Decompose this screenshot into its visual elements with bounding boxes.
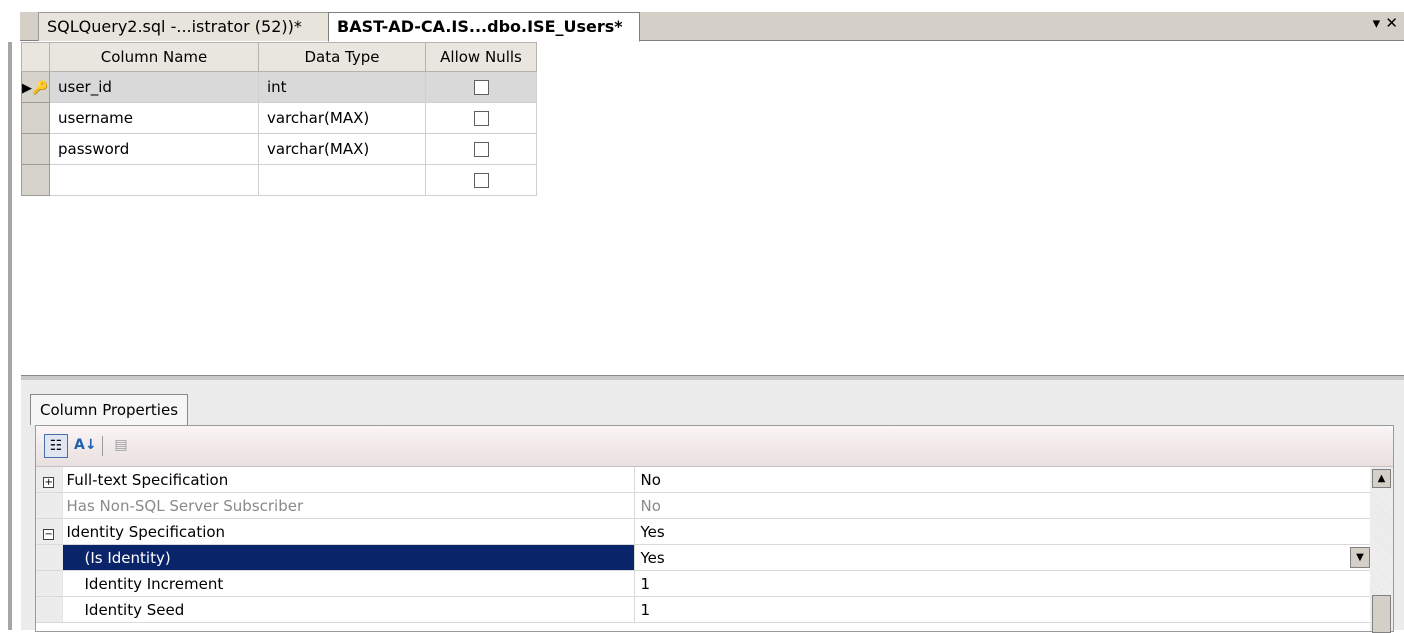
table-row[interactable]: ▶🔑 user_id int — [21, 71, 537, 103]
property-value-text: Yes — [640, 548, 665, 567]
table-row-new[interactable] — [21, 164, 537, 196]
property-value[interactable]: 1 — [634, 570, 1370, 597]
property-name[interactable]: Identity Specification — [62, 518, 635, 545]
expander — [36, 492, 63, 519]
expander — [36, 596, 63, 623]
property-row[interactable]: Has Non-SQL Server Subscriber No — [36, 492, 1370, 519]
allow-nulls-checkbox[interactable] — [473, 142, 489, 157]
row-selector[interactable]: ▶🔑 — [21, 71, 50, 103]
column-name-cell[interactable] — [49, 164, 259, 196]
data-type-cell[interactable]: varchar(MAX) — [258, 102, 426, 134]
tab-tools: ▾ ✕ — [1373, 14, 1398, 32]
table-designer-grid: Column Name Data Type Allow Nulls ▶🔑 use… — [21, 42, 537, 196]
left-edge — [0, 0, 12, 630]
row-selector[interactable] — [21, 164, 50, 196]
column-name-cell[interactable]: username — [49, 102, 259, 134]
column-name-cell[interactable]: user_id — [49, 71, 259, 103]
vertical-scrollbar[interactable]: ▲ — [1370, 467, 1393, 633]
property-name[interactable]: Identity Seed — [62, 596, 635, 623]
table-row[interactable]: username varchar(MAX) — [21, 102, 537, 134]
allow-nulls-header[interactable]: Allow Nulls — [425, 42, 537, 72]
tab-column-properties[interactable]: Column Properties — [30, 394, 189, 425]
sort-az-icon[interactable]: A↓ — [74, 434, 97, 456]
property-pages-icon[interactable]: ▤ — [110, 434, 132, 456]
property-list: + Full-text Specification No Has Non-SQL… — [36, 467, 1370, 623]
tab-ise-users[interactable]: BAST-AD-CA.IS...dbo.ISE_Users* — [328, 12, 640, 42]
tab-label: BAST-AD-CA.IS...dbo.ISE_Users* — [337, 17, 623, 36]
scroll-up-icon[interactable]: ▲ — [1372, 469, 1391, 488]
toolbar-separator — [102, 436, 103, 456]
column-name-header[interactable]: Column Name — [49, 42, 259, 72]
property-value[interactable]: 1 — [634, 596, 1370, 623]
property-name[interactable]: Full-text Specification — [62, 467, 635, 493]
dropdown-arrow-icon[interactable]: ▼ — [1350, 547, 1370, 568]
expander[interactable]: − — [36, 518, 63, 545]
grid-header-row: Column Name Data Type Allow Nulls — [21, 42, 537, 72]
data-type-cell[interactable] — [258, 164, 426, 196]
allow-nulls-cell — [425, 164, 537, 196]
allow-nulls-checkbox[interactable] — [473, 80, 489, 95]
expander[interactable]: + — [36, 467, 63, 493]
property-value[interactable]: Yes — [634, 518, 1370, 545]
allow-nulls-cell — [425, 71, 537, 103]
row-selector[interactable] — [21, 102, 50, 134]
row-selector-header — [21, 42, 50, 72]
property-row[interactable]: − Identity Specification Yes — [36, 518, 1370, 545]
property-value: No — [634, 492, 1370, 519]
table-row[interactable]: password varchar(MAX) — [21, 133, 537, 165]
tab-label: SQLQuery2.sql -...istrator (52))* — [47, 17, 302, 36]
expand-icon[interactable]: + — [43, 476, 55, 488]
tab-dropdown-icon[interactable]: ▾ — [1373, 14, 1381, 32]
property-row[interactable]: Identity Increment 1 — [36, 570, 1370, 597]
allow-nulls-checkbox[interactable] — [473, 173, 489, 188]
categorized-icon[interactable]: ☷ — [44, 434, 68, 458]
expander — [36, 570, 63, 597]
allow-nulls-cell — [425, 102, 537, 134]
close-icon[interactable]: ✕ — [1385, 14, 1398, 32]
allow-nulls-checkbox[interactable] — [473, 111, 489, 126]
property-row[interactable]: Identity Seed 1 — [36, 596, 1370, 623]
property-toolbar: ☷ A↓ ▤ — [36, 426, 1393, 467]
document-tab-strip: SQLQuery2.sql -...istrator (52))* BAST-A… — [8, 0, 1404, 42]
column-properties-pane: Column Properties ☷ A↓ ▤ + Full-text Spe… — [21, 380, 1404, 633]
row-selector[interactable] — [21, 133, 50, 165]
scrollbar-thumb[interactable] — [1372, 595, 1391, 633]
property-value-dropdown[interactable]: Yes ▼ — [634, 544, 1370, 571]
allow-nulls-cell — [425, 133, 537, 165]
property-name[interactable]: Has Non-SQL Server Subscriber — [62, 492, 635, 519]
property-name[interactable]: (Is Identity) — [62, 544, 635, 571]
expander — [36, 544, 63, 571]
collapse-icon[interactable]: − — [43, 528, 55, 540]
column-name-cell[interactable]: password — [49, 133, 259, 165]
property-name[interactable]: Identity Increment — [62, 570, 635, 597]
primary-key-icon: ▶🔑 — [22, 81, 49, 96]
property-grid: ☷ A↓ ▤ + Full-text Specification No Has … — [35, 425, 1394, 633]
property-row-selected[interactable]: (Is Identity) Yes ▼ — [36, 544, 1370, 571]
property-value[interactable]: No — [634, 467, 1370, 493]
tab-sqlquery2[interactable]: SQLQuery2.sql -...istrator (52))* — [38, 12, 346, 41]
data-type-header[interactable]: Data Type — [258, 42, 426, 72]
data-type-cell[interactable]: varchar(MAX) — [258, 133, 426, 165]
property-row[interactable]: + Full-text Specification No — [36, 467, 1370, 493]
data-type-cell[interactable]: int — [258, 71, 426, 103]
